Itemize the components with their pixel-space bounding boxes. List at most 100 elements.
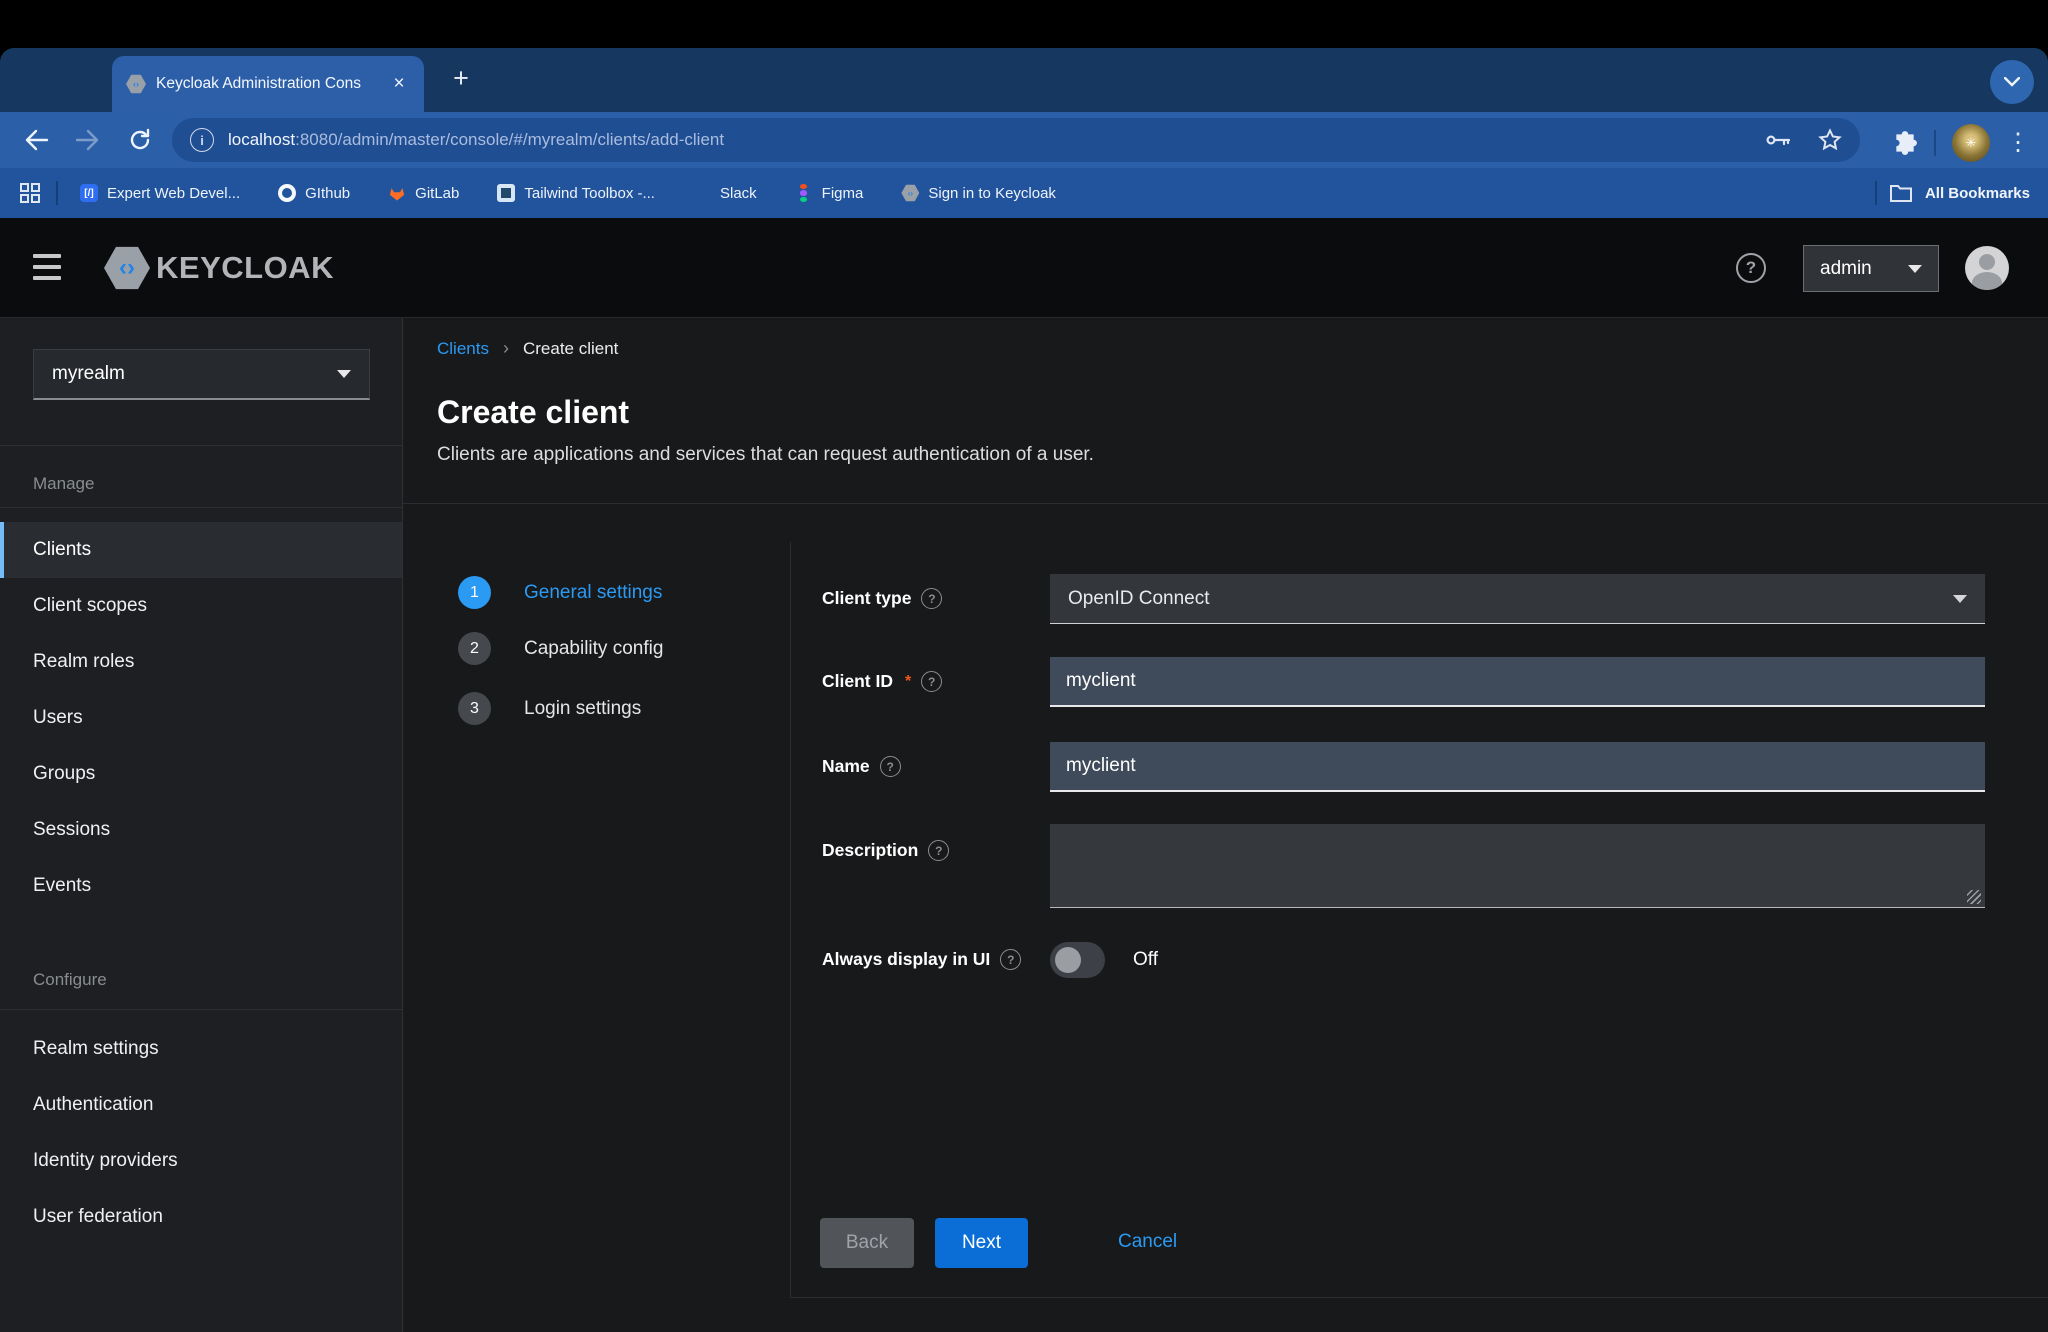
bookmarks-bar: [/] Expert Web Devel... GIthub GitLab Ta… <box>0 168 2048 218</box>
keycloak-logo-icon: ‹› <box>104 245 150 291</box>
sidebar-divider <box>0 445 402 446</box>
back-button[interactable] <box>20 124 52 156</box>
sidebar-item-identity-providers[interactable]: Identity providers <box>0 1133 402 1189</box>
always-display-label: Always display in UI ? <box>822 949 1021 970</box>
realm-selector[interactable]: myrealm <box>33 349 370 400</box>
page-subtitle: Clients are applications and services th… <box>437 444 1094 466</box>
bookmark-tailwind[interactable]: Tailwind Toolbox -... <box>497 184 655 202</box>
bookmark-github[interactable]: GIthub <box>278 184 350 202</box>
forward-button[interactable] <box>72 124 104 156</box>
all-bookmarks-button[interactable]: All Bookmarks <box>1875 168 2030 218</box>
keycloak-app: ‹› KEYCLOAK ? admin myrealm Manage <box>0 218 2048 1332</box>
wizard-bottom-divider <box>790 1297 2048 1298</box>
caret-down-icon <box>337 370 351 378</box>
bookmark-expert-web[interactable]: [/] Expert Web Devel... <box>80 184 240 202</box>
help-icon[interactable]: ? <box>921 671 942 692</box>
address-bar[interactable]: i localhost:8080/admin/master/console/#/… <box>172 118 1860 162</box>
profile-avatar[interactable]: ✳ <box>1952 124 1990 162</box>
browser-menu-icon[interactable]: ⋮ <box>2006 131 2030 155</box>
name-input[interactable] <box>1050 742 1985 792</box>
bookmarks-divider <box>1875 181 1877 205</box>
help-icon[interactable]: ? <box>921 588 942 609</box>
toolbar-divider <box>1934 130 1936 156</box>
apps-grid-icon[interactable] <box>18 181 42 205</box>
sidebar-item-user-federation[interactable]: User federation <box>0 1189 402 1245</box>
bookmarks-divider <box>56 181 58 205</box>
realm-selector-value: myrealm <box>52 363 125 385</box>
password-key-icon[interactable] <box>1764 128 1792 152</box>
caret-down-icon <box>1953 595 1967 603</box>
url-text: localhost:8080/admin/master/console/#/my… <box>228 130 724 150</box>
user-dropdown[interactable]: admin <box>1803 245 1939 292</box>
textarea-resize-handle[interactable] <box>1967 890 1981 904</box>
tailwind-icon <box>497 184 515 202</box>
bookmark-star-icon[interactable] <box>1818 128 1842 152</box>
bookmark-figma[interactable]: Figma <box>795 184 864 202</box>
wizard-step-capability-config[interactable]: 2 Capability config <box>458 632 663 665</box>
help-icon[interactable]: ? <box>1736 253 1766 283</box>
user-dropdown-label: admin <box>1820 258 1872 280</box>
reload-icon <box>128 128 152 152</box>
always-display-toggle[interactable] <box>1050 942 1105 978</box>
content-divider <box>403 503 2048 504</box>
chevron-down-icon <box>2004 77 2020 87</box>
browser-tab[interactable]: ‹› Keycloak Administration Cons × <box>112 56 424 112</box>
slack-icon <box>693 184 711 202</box>
gitlab-icon <box>388 184 406 202</box>
site-info-icon[interactable]: i <box>190 128 214 152</box>
sidebar-item-events[interactable]: Events <box>0 858 402 914</box>
cancel-link[interactable]: Cancel <box>1118 1231 1177 1253</box>
back-button[interactable]: Back <box>820 1218 914 1268</box>
client-id-input[interactable] <box>1050 657 1985 707</box>
help-icon[interactable]: ? <box>880 756 901 777</box>
tab-title: Keycloak Administration Cons <box>156 75 386 93</box>
description-label: Description ? <box>822 840 949 861</box>
browser-toolbar: i localhost:8080/admin/master/console/#/… <box>0 112 2048 168</box>
hamburger-menu-icon[interactable] <box>33 254 61 280</box>
forward-arrow-icon <box>75 128 101 152</box>
always-display-state: Off <box>1133 949 1158 971</box>
sidebar-item-realm-settings[interactable]: Realm settings <box>0 1021 402 1077</box>
sidebar-item-realm-roles[interactable]: Realm roles <box>0 634 402 690</box>
sidebar-divider <box>0 507 402 508</box>
sidebar-item-authentication[interactable]: Authentication <box>0 1077 402 1133</box>
wizard-step-general-settings[interactable]: 1 General settings <box>458 576 662 609</box>
sidebar-item-sessions[interactable]: Sessions <box>0 802 402 858</box>
help-icon[interactable]: ? <box>928 840 949 861</box>
tab-strip: ‹› Keycloak Administration Cons × + <box>0 48 2048 112</box>
tab-close-icon[interactable]: × <box>386 71 412 97</box>
screen: ‹› Keycloak Administration Cons × + <box>0 0 2048 1332</box>
new-tab-button[interactable]: + <box>444 62 478 96</box>
caret-down-icon <box>1908 265 1922 273</box>
name-label: Name ? <box>822 756 901 777</box>
help-icon[interactable]: ? <box>1000 949 1021 970</box>
user-avatar[interactable] <box>1965 246 2009 290</box>
github-icon <box>278 184 296 202</box>
sidebar-divider <box>0 1009 402 1010</box>
extensions-puzzle-icon[interactable] <box>1892 130 1918 156</box>
page-title: Create client <box>437 394 629 431</box>
sidebar-item-users[interactable]: Users <box>0 690 402 746</box>
wizard-step-login-settings[interactable]: 3 Login settings <box>458 692 641 725</box>
bookmark-slack[interactable]: Slack <box>693 184 757 202</box>
reload-button[interactable] <box>124 124 156 156</box>
browser-window: ‹› Keycloak Administration Cons × + <box>0 48 2048 1332</box>
sidebar: myrealm Manage Clients Client scopes Rea… <box>0 318 403 1332</box>
sidebar-item-clients[interactable]: Clients <box>0 522 402 578</box>
next-button[interactable]: Next <box>935 1218 1028 1268</box>
brand-wordmark: KEYCLOAK <box>156 250 334 286</box>
breadcrumb: Clients › Create client <box>437 338 618 359</box>
breadcrumb-clients-link[interactable]: Clients <box>437 339 489 359</box>
bookmark-gitlab[interactable]: GitLab <box>388 184 459 202</box>
sidebar-item-client-scopes[interactable]: Client scopes <box>0 578 402 634</box>
client-type-select[interactable]: OpenID Connect <box>1050 574 1985 624</box>
folder-icon <box>1889 183 1913 203</box>
tab-search-button[interactable] <box>1990 60 2034 104</box>
sidebar-item-groups[interactable]: Groups <box>0 746 402 802</box>
description-textarea[interactable] <box>1050 824 1985 908</box>
bookmark-keycloak[interactable]: ‹› Sign in to Keycloak <box>901 184 1056 202</box>
figma-icon <box>795 184 813 202</box>
expert-web-icon: [/] <box>80 184 98 202</box>
client-type-value: OpenID Connect <box>1068 588 1210 610</box>
back-arrow-icon <box>23 128 49 152</box>
